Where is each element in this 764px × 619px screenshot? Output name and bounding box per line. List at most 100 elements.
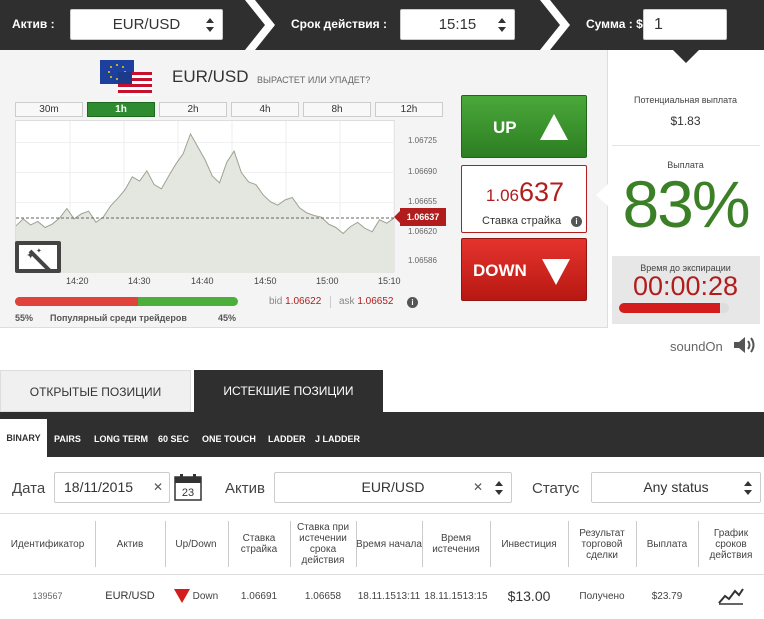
select-arrows-icon xyxy=(744,481,752,495)
date-filter-value: 18/11/2015 xyxy=(64,479,134,495)
strike-price-prefix: 1.06 xyxy=(485,186,520,205)
column-header: Ставка при истечении срока действия xyxy=(296,522,350,566)
pair-question: ВЫРАСТЕТ ИЛИ УПАДЕТ? xyxy=(257,75,371,85)
clear-icon[interactable]: ✕ xyxy=(153,473,163,502)
status-filter-select[interactable]: Any status xyxy=(591,472,761,503)
position-strike-text: 1.06691 xyxy=(240,590,278,602)
position-payout: $23.79 xyxy=(636,576,698,616)
column-header: Время истечения xyxy=(432,533,480,555)
potential-payout-value: $1.83 xyxy=(670,114,701,128)
sentiment-down-pct: 55% xyxy=(15,313,34,323)
position-end-date: 18.11.15 xyxy=(424,590,463,602)
position-chart-link[interactable] xyxy=(698,576,764,616)
down-button[interactable]: DOWN xyxy=(461,238,587,301)
expiry-select-value: 15:15 xyxy=(438,16,477,33)
arrow-up-icon xyxy=(540,114,568,140)
position-result: Получено xyxy=(568,576,636,616)
magic-wand-icon[interactable]: ✦ ✦ xyxy=(14,239,64,281)
column-header: Выплата xyxy=(646,538,688,550)
down-button-label: DOWN xyxy=(473,261,527,280)
subtab-long-term[interactable]: LONG TERM xyxy=(94,434,148,444)
asset-select[interactable]: EUR/USD xyxy=(70,9,223,40)
date-filter-input[interactable]: 18/11/2015 ✕ xyxy=(54,472,170,503)
speaker-icon[interactable] xyxy=(733,335,759,355)
tab-expired-positions[interactable]: ИСТЕКШИЕ ПОЗИЦИИ xyxy=(194,370,383,412)
timeframe-tab-4h[interactable]: 4h xyxy=(231,102,299,117)
calendar-icon[interactable]: 23 xyxy=(174,474,202,501)
position-expiry-rate-text: 1.06658 xyxy=(304,590,342,602)
tab-open-positions[interactable]: ОТКРЫТЫЕ ПОЗИЦИИ xyxy=(0,370,191,412)
x-tick-label: 14:20 xyxy=(66,276,89,286)
asset-filter-select[interactable]: EUR/USD ✕ xyxy=(274,472,512,503)
column-separator xyxy=(636,521,637,567)
price-chart xyxy=(15,120,396,273)
ask-quote: ask 1.06652 xyxy=(339,296,394,307)
timeframe-tab-12h[interactable]: 12h xyxy=(375,102,443,117)
bid-quote: bid 1.06622 xyxy=(269,296,321,307)
clear-icon[interactable]: ✕ xyxy=(473,473,483,502)
up-button-label: UP xyxy=(493,118,517,137)
select-arrows-icon xyxy=(206,18,214,32)
strike-price-suffix: 637 xyxy=(519,177,565,207)
calendar-day: 23 xyxy=(182,487,194,499)
column-header: Ставка страйка xyxy=(240,533,278,555)
position-id: 139567 xyxy=(0,576,95,616)
position-end-time-text: 13:15 xyxy=(462,590,488,602)
select-arrows-icon xyxy=(498,18,506,32)
column-separator xyxy=(290,521,291,567)
position-investment: $13.00 xyxy=(490,576,568,616)
pointer-notch xyxy=(673,50,699,63)
amount-input[interactable] xyxy=(643,9,727,40)
potential-payout-label: Потенциальная выплата xyxy=(634,95,737,105)
timeframe-tab-1h[interactable]: 1h xyxy=(87,102,155,117)
position-direction: Down xyxy=(165,576,227,616)
position-strike: 1.06691 xyxy=(228,576,290,616)
subtab-60-sec[interactable]: 60 SEC xyxy=(158,434,189,444)
line-chart-icon[interactable] xyxy=(718,587,744,605)
subtab-pairs[interactable]: PAIRS xyxy=(54,434,81,444)
timeframe-tab-8h[interactable]: 8h xyxy=(303,102,371,117)
timeframe-tab-30m[interactable]: 30m xyxy=(15,102,83,117)
asset-filter-value: EUR/USD xyxy=(361,479,425,495)
countdown-progress-fill xyxy=(619,303,721,313)
chevron-separator-icon xyxy=(540,0,570,50)
asset-label: Актив : xyxy=(12,17,55,31)
subtab-binary[interactable]: BINARY xyxy=(0,419,47,457)
x-tick-label: 15:00 xyxy=(316,276,339,286)
expiry-select[interactable]: 15:15 xyxy=(400,9,515,40)
strike-label: Ставка страйка xyxy=(482,215,562,227)
info-icon[interactable]: i xyxy=(571,216,582,227)
amount-label: Сумма : $ xyxy=(586,17,643,31)
bid-label: bid xyxy=(269,296,283,307)
position-asset: EUR/USD xyxy=(95,576,165,616)
position-asset-text: EUR/USD xyxy=(105,589,155,602)
position-start-time-text: 13:11 xyxy=(395,590,421,602)
column-header: График сроков действия xyxy=(709,527,753,561)
column-separator xyxy=(356,521,357,567)
position-investment-text: $13.00 xyxy=(507,587,551,604)
timeframe-tab-2h[interactable]: 2h xyxy=(159,102,227,117)
countdown-progress-bar xyxy=(619,303,729,313)
position-direction-text: Down xyxy=(192,590,219,602)
svg-text:✦: ✦ xyxy=(36,247,42,255)
y-tick-label: 1.06620 xyxy=(408,226,437,236)
subtab-j-ladder[interactable]: J LADDER xyxy=(315,434,360,444)
chevron-separator-icon xyxy=(245,0,275,50)
sentiment-up-pct: 45% xyxy=(218,313,237,323)
expiry-countdown-timer: 00:00:28 xyxy=(632,271,739,301)
column-header: Up/Down xyxy=(175,538,217,550)
info-icon[interactable]: i xyxy=(407,297,418,308)
column-separator xyxy=(698,521,699,567)
sentiment-bar xyxy=(15,297,238,306)
price-area xyxy=(16,133,394,273)
subtab-one-touch[interactable]: ONE TOUCH xyxy=(202,434,256,444)
up-button[interactable]: UP xyxy=(461,95,587,158)
column-separator xyxy=(165,521,166,567)
pair-title: EUR/USD xyxy=(172,67,249,86)
subtab-ladder[interactable]: LADDER xyxy=(268,434,306,444)
asset-select-value: EUR/USD xyxy=(112,16,181,33)
ask-label: ask xyxy=(339,296,355,307)
y-tick-label: 1.06690 xyxy=(408,166,437,176)
sound-toggle-label[interactable]: soundOn xyxy=(670,339,723,354)
column-header: Идентификатор xyxy=(10,538,85,550)
